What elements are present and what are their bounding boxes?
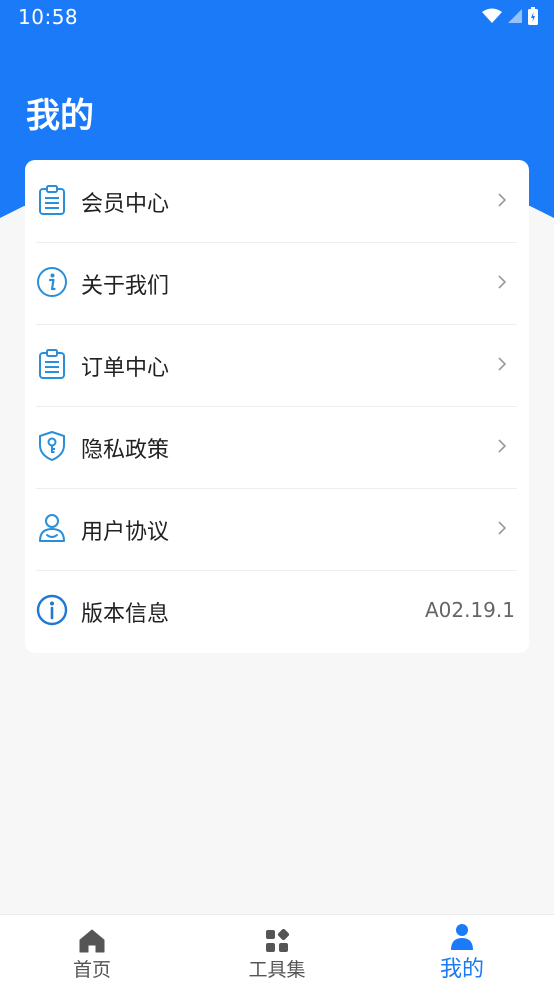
chevron-right-icon [498,439,507,453]
home-icon [79,929,105,953]
nav-tab-mine[interactable]: 我的 [402,915,522,985]
menu-item-order-center[interactable]: 订单中心 [36,324,517,407]
status-bar: 10:58 [0,0,554,34]
menu-item-label: 关于我们 [81,274,170,299]
menu-item-membership-center[interactable]: 会员中心 [36,160,517,243]
status-icons [482,7,538,25]
grid-icon [266,929,289,952]
battery-icon [528,7,538,25]
info-icon [37,267,67,297]
menu-card: 会员中心 关于我们 订单中心 隐私政策 用户协议 版本信息 A02.19.1 [25,160,529,653]
nav-tab-home[interactable]: 首页 [32,915,152,985]
menu-item-label: 版本信息 [81,602,170,627]
nav-tab-tools[interactable]: 工具集 [217,915,337,985]
status-time: 10:58 [18,5,79,29]
nav-tab-label: 工具集 [248,959,306,981]
info-icon [36,594,68,626]
clipboard-icon [39,349,65,379]
chevron-right-icon [498,193,507,207]
nav-tab-label: 首页 [72,959,111,981]
version-value: A02.19.1 [424,598,515,622]
signal-icon [508,9,522,23]
menu-item-label: 订单中心 [81,356,170,381]
user-icon [39,514,65,542]
person-icon [451,924,473,950]
menu-item-about-us[interactable]: 关于我们 [36,242,517,325]
menu-item-privacy-policy[interactable]: 隐私政策 [36,406,517,489]
menu-item-version-info: 版本信息 A02.19.1 [36,570,517,652]
chevron-right-icon [498,275,507,289]
menu-item-label: 会员中心 [81,192,170,217]
chevron-right-icon [498,521,507,535]
bottom-navigation: 首页 工具集 我的 [0,914,554,985]
clipboard-icon [39,185,65,215]
wifi-icon [482,8,502,23]
menu-item-label: 用户协议 [81,520,170,545]
page-title: 我的 [26,96,94,136]
shield-key-icon [39,431,65,461]
menu-item-label: 隐私政策 [81,438,170,463]
nav-tab-label: 我的 [439,957,484,982]
menu-item-user-agreement[interactable]: 用户协议 [36,488,517,571]
chevron-right-icon [498,357,507,371]
